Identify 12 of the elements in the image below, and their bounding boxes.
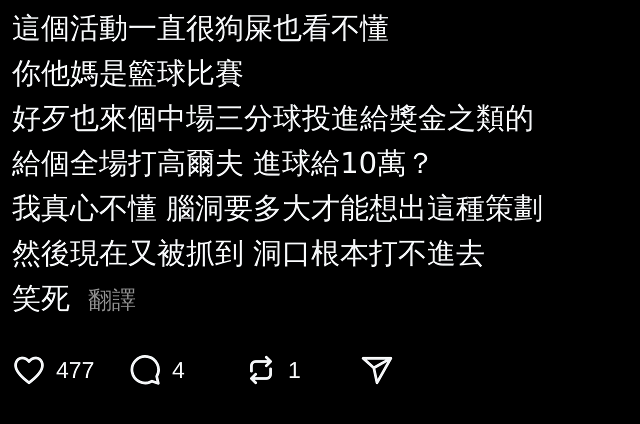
comment-icon[interactable] [128, 353, 162, 387]
post-text-line: 笑死 [12, 280, 70, 317]
post-text-line: 你他媽是籃球比賽 [12, 55, 244, 92]
count-label: 1 [288, 356, 301, 384]
post-text-line: 我真心不懂 腦洞要多大才能想出這種策劃 [12, 190, 544, 227]
post-text-line: 然後現在又被抓到 洞口根本打不進去 [12, 235, 486, 272]
count-label: 477 [56, 356, 94, 384]
count-label: 4 [172, 356, 185, 384]
post-text-line: 給個全場打高爾夫 進球給10萬？ [12, 145, 436, 182]
post-text-line: 好歹也來個中場三分球投進給獎金之類的 [12, 100, 534, 137]
translate-link[interactable]: 翻譯 [88, 278, 136, 323]
post-text-line: 這個活動一直很狗屎也看不懂 [12, 10, 389, 47]
